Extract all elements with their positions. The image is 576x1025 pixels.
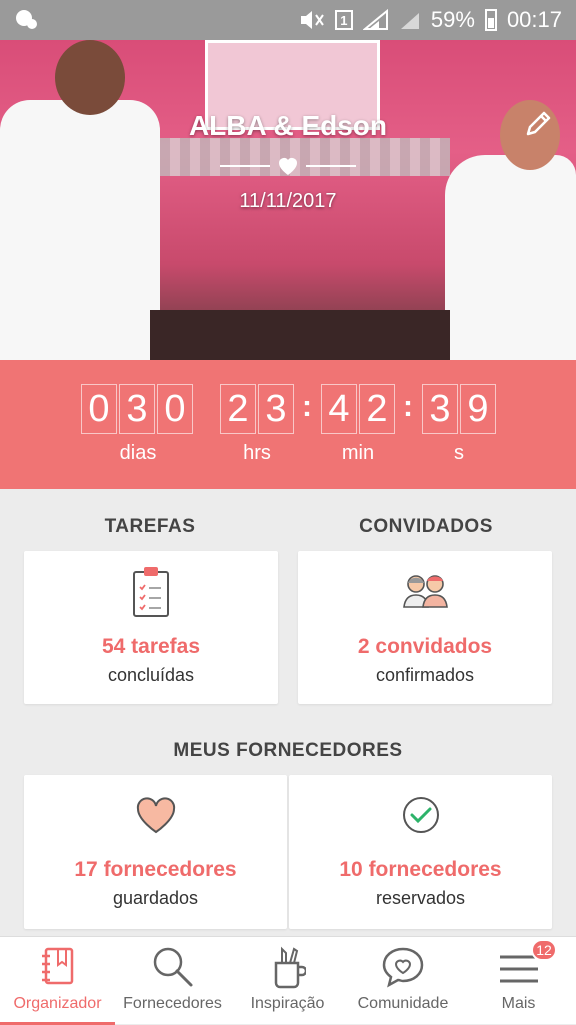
countdown-label-days: dias <box>119 442 157 464</box>
booked-vendors-card[interactable]: 10 fornecedores reservados <box>289 775 552 929</box>
guests-icon <box>403 575 448 608</box>
nav-more-label: Mais <box>501 995 536 1012</box>
nav-organizer-label: Organizador <box>13 995 102 1012</box>
countdown: 0 3 0 2 3 : 4 2 : 3 9 dias hrs min s <box>0 360 576 489</box>
status-bar: 1 59% 00:17 <box>0 0 576 40</box>
signal-icon-2 <box>400 13 419 29</box>
person-left-head <box>55 40 125 115</box>
heart-icon <box>279 158 297 175</box>
countdown-digit: 9 <box>460 384 496 434</box>
title-divider-left <box>220 165 270 167</box>
search-icon <box>153 947 192 987</box>
event-hero-photo: ALBA & Edson 11/11/2017 <box>0 40 576 360</box>
nav-community-label: Comunidade <box>357 995 449 1012</box>
clipboard-icon <box>133 567 169 617</box>
saved-vendors-subtitle: guardados <box>112 888 199 908</box>
edit-icon[interactable] <box>522 108 554 140</box>
bottom-navigation: Organizador Fornecedores Inspiração Comu… <box>0 936 576 1025</box>
clock: 00:17 <box>506 7 562 32</box>
nav-more[interactable]: 12 Mais <box>461 937 576 1025</box>
checkmark-circle-icon <box>402 797 439 833</box>
countdown-digit: 0 <box>157 384 193 434</box>
person-right <box>445 155 576 360</box>
countdown-digit: 4 <box>321 384 357 434</box>
guests-card[interactable]: 2 convidados confirmados <box>298 551 552 704</box>
guests-section-title: CONVIDADOS <box>359 516 493 537</box>
sim-indicator: 1 <box>334 10 353 30</box>
countdown-separator: : <box>302 390 312 423</box>
tasks-subtitle: concluídas <box>107 665 195 685</box>
banner-decoration <box>150 138 450 176</box>
countdown-label-hours: hrs <box>243 442 271 464</box>
event-date: 11/11/2017 <box>239 190 337 212</box>
tasks-card[interactable]: 54 tarefas concluídas <box>24 551 278 704</box>
battery-icon <box>484 9 497 31</box>
countdown-label-seconds: s <box>454 442 464 464</box>
countdown-separator: : <box>403 390 413 423</box>
vendors-section-title: MEUS FORNECEDORES <box>173 740 403 761</box>
countdown-digit: 0 <box>81 384 117 434</box>
tasks-section-title: TAREFAS <box>104 516 196 537</box>
countdown-digit: 3 <box>258 384 294 434</box>
countdown-label-minutes: min <box>341 442 375 464</box>
title-divider-right <box>306 165 356 167</box>
nav-vendors-label: Fornecedores <box>123 995 222 1012</box>
mute-icon <box>300 11 324 29</box>
event-title: ALBA & Edson <box>188 110 388 141</box>
nav-inspiration-label: Inspiração <box>250 995 325 1012</box>
nav-community[interactable]: Comunidade <box>345 937 461 1025</box>
notebook-icon <box>41 947 73 985</box>
nav-vendors[interactable]: Fornecedores <box>115 937 230 1025</box>
booked-vendors-count: 10 fornecedores <box>339 858 502 881</box>
booked-vendors-subtitle: reservados <box>375 888 466 908</box>
pencil-cup-icon <box>274 946 306 989</box>
countdown-digit: 3 <box>422 384 458 434</box>
guests-count: 2 convidados <box>357 635 493 658</box>
battery-percent: 59% <box>430 7 475 32</box>
nav-inspiration[interactable]: Inspiração <box>230 937 345 1025</box>
countdown-digit: 2 <box>359 384 395 434</box>
saved-vendors-count: 17 fornecedores <box>74 858 237 881</box>
saved-vendors-card[interactable]: 17 fornecedores guardados <box>24 775 287 929</box>
signal-icon <box>362 9 388 30</box>
countdown-digit: 3 <box>119 384 155 434</box>
tasks-count: 54 tarefas <box>101 635 201 658</box>
cloud-icon <box>16 10 37 29</box>
nav-organizer[interactable]: Organizador <box>0 937 115 1025</box>
guests-subtitle: confirmados <box>375 665 475 685</box>
heart-outline-icon <box>136 797 175 834</box>
notification-badge: 12 <box>531 939 557 961</box>
chat-heart-icon <box>382 947 424 988</box>
countdown-digit: 2 <box>220 384 256 434</box>
table-decoration <box>150 310 450 360</box>
